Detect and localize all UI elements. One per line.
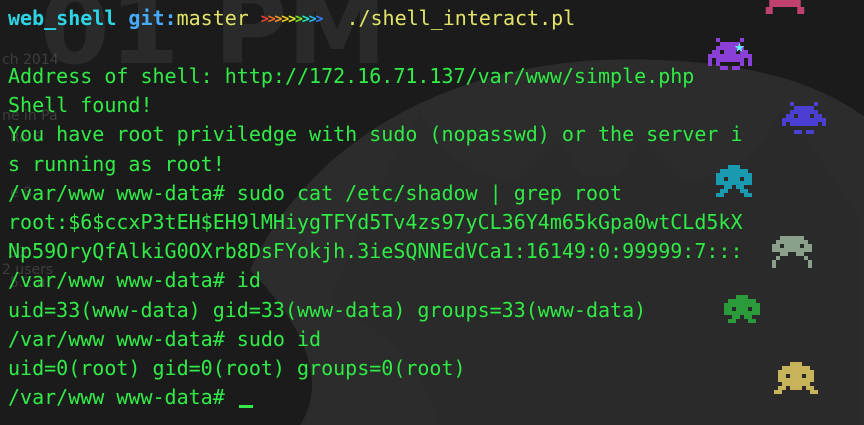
output-line: Address of shell: http://172.16.71.137/v… xyxy=(8,64,695,88)
output-line: Shell found! xyxy=(8,93,153,117)
output-line: uid=33(www-data) gid=33(www-data) groups… xyxy=(8,298,647,322)
terminal-window[interactable]: web_shell git:master >>>>>>>>> ./shell_i… xyxy=(0,0,864,425)
output-line: /var/www www-data# sudo id xyxy=(8,327,322,351)
output-line: uid=0(root) gid=0(root) groups=0(root) xyxy=(8,356,466,380)
text-cursor xyxy=(238,405,253,408)
current-prompt-line[interactable]: /var/www www-data# xyxy=(8,383,253,412)
prompt-arrows-icon: >>>>>>>>> xyxy=(260,12,323,27)
star-icon: ★ xyxy=(734,36,745,57)
output-line: /var/www www-data# sudo cat /etc/shadow … xyxy=(8,181,623,205)
git-branch: master xyxy=(176,6,249,30)
output-line: Np59OryQfAlkiG0OXrb8DsFYokjh.3ieSQNNEdVC… xyxy=(8,239,743,263)
current-prompt: /var/www www-data# xyxy=(8,385,237,409)
git-label: git: xyxy=(128,6,177,30)
current-directory: web_shell xyxy=(8,6,117,30)
entered-command: ./shell_interact.pl xyxy=(346,6,576,30)
shell-prompt: web_shell git:master >>>>>>>>> ./shell_i… xyxy=(8,4,575,33)
output-line: You have root priviledge with sudo (nopa… xyxy=(8,122,743,146)
output-line: /var/www www-data# id xyxy=(8,268,261,292)
output-line: s running as root! xyxy=(8,152,225,176)
output-line: root:$6$ccxP3tEH$EH9lMHiygTFYd5Tv4zs97yC… xyxy=(8,210,743,234)
